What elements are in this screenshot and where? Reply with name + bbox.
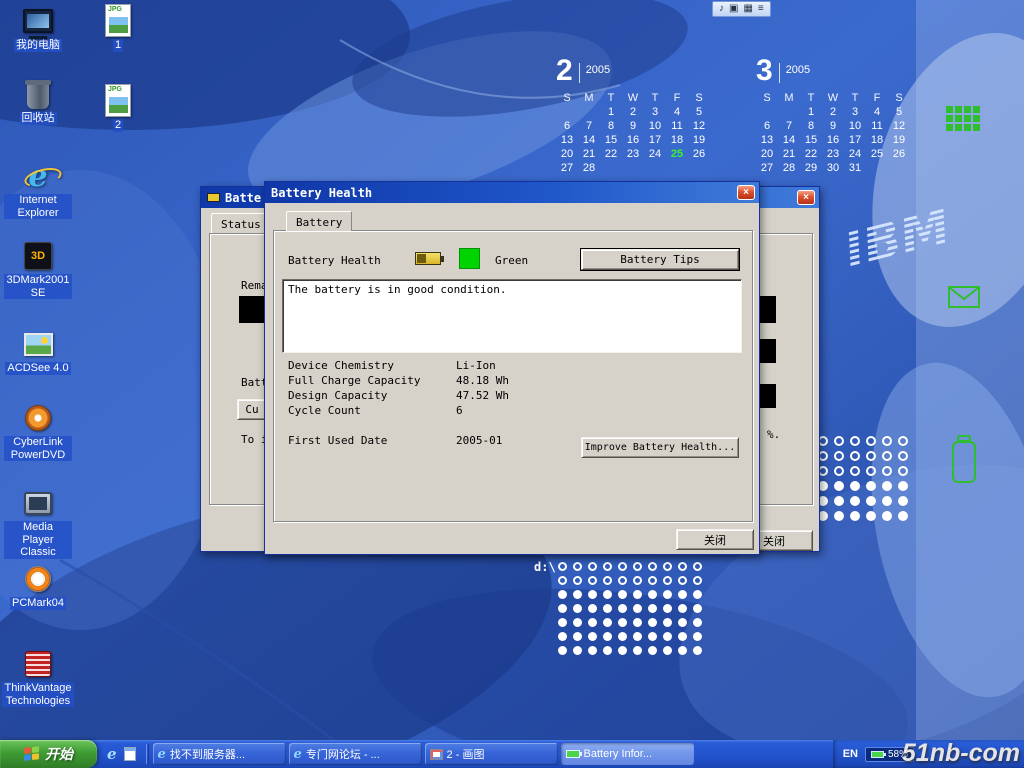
detail-label: First Used Date <box>288 433 456 448</box>
keyboard-icon[interactable]: ▦ <box>743 2 752 16</box>
current-settings-button[interactable]: Cu <box>237 399 267 420</box>
detail-row: Full Charge Capacity48.18 Wh <box>288 373 509 388</box>
file-type-badge: JPG <box>108 86 122 93</box>
percent-label: %. <box>767 428 780 441</box>
language-indicator[interactable]: EN <box>843 748 858 760</box>
close-icon[interactable]: × <box>737 185 755 200</box>
watermark-51nb: 51nb-com <box>902 739 1020 768</box>
detail-row: Design Capacity47.52 Wh <box>288 388 509 403</box>
battery-tips-button[interactable]: Battery Tips <box>581 249 739 270</box>
file-thumbnail <box>109 17 128 33</box>
battery-icon <box>566 750 580 758</box>
display-icon[interactable]: ▣ <box>729 2 738 16</box>
improve-battery-health-button[interactable]: Improve Battery Health... <box>581 437 739 458</box>
start-button[interactable]: 开始 <box>0 740 97 768</box>
close-icon[interactable]: × <box>797 190 815 205</box>
detail-label: Full Charge Capacity <box>288 373 456 388</box>
desktop-file-1[interactable]: JPG 1 <box>98 4 138 52</box>
desktop-file-2[interactable]: JPG 2 <box>98 84 138 132</box>
taskbar-grip[interactable] <box>146 744 149 764</box>
detail-label: Cycle Count <box>288 403 456 418</box>
taskbar-task[interactable]: Battery Infor... <box>561 743 694 765</box>
gauge-block <box>759 339 776 363</box>
taskbar: 开始 e e 找不到服务器... e 专门网论坛 - ... 2 - 画图 Battery… <box>0 740 1024 768</box>
taskbar-task[interactable]: 2 - 画图 <box>425 743 558 765</box>
task-label: 2 - 画图 <box>447 746 485 762</box>
battery-health-label: Battery Health <box>288 254 381 267</box>
task-button-area: e 找不到服务器... e 专门网论坛 - ... 2 - 画图 Battery Info… <box>153 740 694 768</box>
windows-logo-icon <box>24 746 40 763</box>
task-label: Battery Infor... <box>584 748 652 760</box>
taskbar-task[interactable]: e 找不到服务器... <box>153 743 286 765</box>
start-label: 开始 <box>45 744 73 764</box>
gauge-block <box>759 296 776 323</box>
dialog-title: Battery Health <box>271 186 372 200</box>
detail-value: Li-Ion <box>456 359 496 372</box>
ie-icon: e <box>158 747 166 762</box>
task-label: 找不到服务器... <box>170 746 245 762</box>
quick-launch-ie-icon[interactable]: e <box>107 745 117 763</box>
quick-launch-bar: e <box>97 740 146 768</box>
tab-status[interactable]: Status <box>211 213 271 233</box>
detail-label: Device Chemistry <box>288 358 456 373</box>
health-status-swatch <box>459 248 480 269</box>
desktop-icon-label: 1 <box>113 39 123 52</box>
paint-icon <box>430 749 443 760</box>
window-title: Batte <box>225 191 261 205</box>
volume-icon[interactable]: ♪ <box>719 2 724 16</box>
detail-row: Device ChemistryLi-Ion <box>288 358 509 373</box>
detail-row: Cycle Count6 <box>288 403 509 418</box>
quick-launch-document-icon[interactable] <box>124 747 136 761</box>
tab-battery[interactable]: Battery <box>286 211 352 231</box>
battery-health-dialog[interactable]: Battery Health × Battery Battery Health … <box>264 181 760 555</box>
desktop-icon-label: 2 <box>113 119 123 132</box>
detail-label: Design Capacity <box>288 388 456 403</box>
file-type-badge: JPG <box>108 6 122 13</box>
jpg-file-icon: JPG <box>105 84 131 117</box>
gauge-block <box>239 296 265 323</box>
detail-value: 48.18 Wh <box>456 374 509 387</box>
battery-tray-icon <box>871 751 884 758</box>
detail-value: 6 <box>456 404 463 417</box>
close-button[interactable]: 关闭 <box>676 529 754 550</box>
jpg-file-icon: JPG <box>105 4 131 37</box>
detail-row: First Used Date2005-01 <box>288 433 509 448</box>
detail-value: 47.52 Wh <box>456 389 509 402</box>
condition-textbox: The battery is in good condition. <box>282 279 742 353</box>
ie-icon: e <box>294 747 302 762</box>
battery-icon <box>415 252 441 265</box>
menu-icon[interactable]: ≡ <box>758 2 764 16</box>
health-status-text: Green <box>495 254 528 267</box>
gauge-block <box>759 384 776 408</box>
taskbar-task[interactable]: e 专门网论坛 - ... <box>289 743 422 765</box>
dialog-titlebar[interactable]: Battery Health × <box>265 182 759 203</box>
floating-toolbar[interactable]: ♪ ▣ ▦ ≡ <box>712 1 771 17</box>
battery-icon <box>207 193 220 202</box>
detail-value: 2005-01 <box>456 434 502 447</box>
task-label: 专门网论坛 - ... <box>306 746 380 762</box>
file-thumbnail <box>109 97 128 113</box>
battery-details: Device ChemistryLi-IonFull Charge Capaci… <box>288 358 509 448</box>
